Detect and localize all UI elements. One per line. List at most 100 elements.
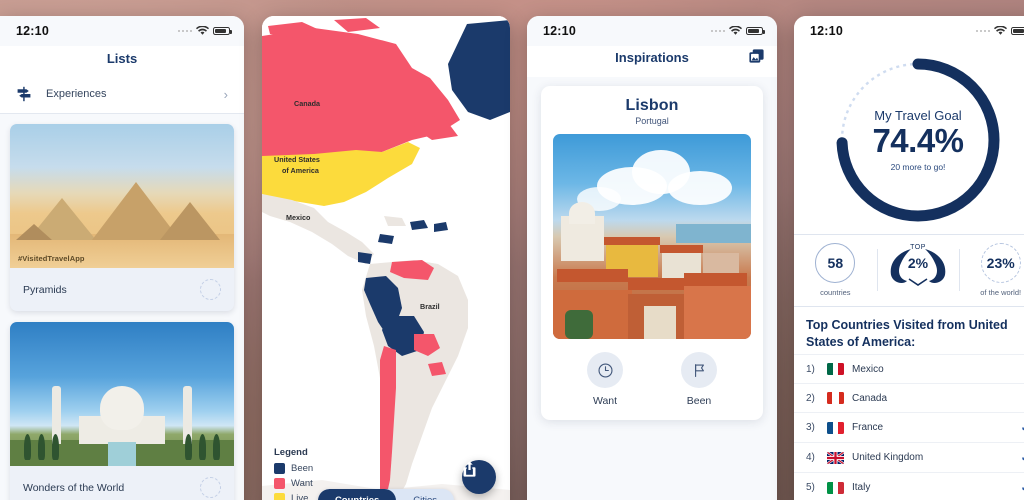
status-time: 12:10 [543,24,576,38]
inspirations-header: Inspirations [527,46,777,77]
flag-icon [694,363,704,377]
map-label-usa-1: United States [274,155,320,164]
inspiration-photo [553,134,751,339]
card-image-pyramids: #VisitedTravelApp [10,124,234,268]
legend-swatch-want [274,478,285,489]
card-label: Pyramids [23,283,67,296]
flag-canada-icon [827,392,844,404]
inspiration-country: Portugal [635,116,669,126]
stat-top-percent: TOP 2% [876,243,960,297]
map-label-brazil: Brazil [420,302,440,311]
stats-row: 58 countries TOP 2% 23% of the world! [794,234,1024,307]
status-bar: 12:10 [0,16,244,46]
legend-title: Legend [274,447,308,458]
legend-item-been: Been [274,463,313,474]
status-time: 12:10 [810,24,843,38]
phone-panel-inspirations: 12:10 Inspirations Lisbon Portugal Want … [527,16,777,500]
goal-subtitle: 20 more to go! [890,161,946,172]
list-card-wonders[interactable]: Wonders of the World [10,322,234,500]
battery-icon [1011,26,1024,36]
stat-countries-value: 58 [827,255,844,271]
travel-goal-widget: My Travel Goal 74.4% 20 more to go! [794,46,1024,234]
lists-header: Lists [0,46,244,76]
stat-world-value: 23% [986,255,1015,271]
legend-item-want: Want [274,478,313,489]
map-mode-segmented-control[interactable]: Countries Cities [317,489,455,500]
flag-united-kingdom-icon [827,451,844,464]
signal-icon [975,29,990,33]
flag-france-icon [827,421,844,434]
stat-countries: 58 countries [794,243,877,297]
action-want-label: Want [592,395,618,407]
legend-label-been: Been [291,463,314,474]
map-label-usa-2: of America [282,166,320,175]
chevron-right-icon: › [223,86,228,102]
top-countries-list: 1) Mexico 2) Canada 3) France 4) United … [794,354,1024,500]
country-rank: 5) [806,482,815,493]
phone-panel-stats: 12:10 My Travel Goal 74.4% 20 more to go… [794,16,1024,500]
progress-ring-placeholder [200,279,221,300]
inspiration-card-lisbon[interactable]: Lisbon Portugal Want Been [541,86,763,420]
status-bar: 12:10 [527,16,777,46]
stat-world-caption: of the world! [980,288,1022,297]
table-row[interactable]: 2) Canada [794,383,1024,412]
legend-swatch-live [274,493,285,500]
stat-top-value: 2% [907,255,929,271]
map-label-canada: Canada [294,99,321,108]
stat-top-label: TOP [910,244,926,251]
card-image-taj-mahal [10,322,234,466]
goal-percent: 74.4% [872,122,964,160]
legend-swatch-been [274,463,285,474]
battery-icon [746,26,765,36]
country-name: Canada [852,392,888,404]
signpost-icon [17,86,31,102]
world-map[interactable]: Canada United States of America Mexico B… [262,16,510,500]
clock-icon [597,362,613,378]
table-row[interactable]: 5) Italy ✓ [794,472,1024,500]
list-row-experiences[interactable]: Experiences › [0,76,244,114]
top-countries-title: Top Countries Visited from United States… [806,318,1008,349]
screenshot-stage: 12:10 Lists Experiences › #VisitedTravel… [0,0,1024,500]
action-want[interactable]: Want [587,352,623,407]
status-bar: 12:10 [794,16,1024,46]
lists-card-container[interactable]: #VisitedTravelApp Pyramids Wonders of th… [0,114,244,500]
battery-icon [213,26,232,36]
segment-countries[interactable]: Countries [317,489,397,500]
country-name: Italy [852,482,871,493]
legend-label-want: Want [291,478,313,489]
segment-cities[interactable]: Cities [396,489,454,500]
share-button[interactable] [462,460,496,494]
share-icon [463,461,476,477]
action-been[interactable]: Been [681,352,717,407]
progress-ring-placeholder [200,477,221,498]
list-row-label: Experiences [46,88,107,100]
card-label: Wonders of the World [23,481,125,494]
map-canvas[interactable]: Canada United States of America Mexico B… [262,16,510,500]
table-row[interactable]: 4) United Kingdom ✓ [794,442,1024,472]
action-been-label: Been [686,395,712,407]
page-title: Lists [106,51,138,66]
country-name: United Kingdom [852,452,924,463]
country-rank: 3) [806,422,815,433]
stat-world-percent: 23% of the world! [959,243,1024,297]
stat-countries-caption: countries [820,288,851,297]
country-rank: 4) [806,452,815,463]
legend-item-live: Live [274,493,313,500]
table-row[interactable]: 1) Mexico [794,354,1024,383]
gallery-icon[interactable] [748,48,765,70]
page-title: Inspirations [615,50,689,65]
flag-italy-icon [827,481,844,494]
country-name: France [852,422,884,433]
goal-label: My Travel Goal [874,108,962,124]
phone-panel-map: Canada United States of America Mexico B… [262,16,510,500]
list-card-pyramids[interactable]: #VisitedTravelApp Pyramids [10,124,234,311]
wifi-icon [729,26,742,35]
card-watermark: #VisitedTravelApp [18,254,85,263]
inspiration-actions: Want Been [553,352,751,407]
inspiration-city: Lisbon [625,97,679,114]
map-label-mexico: Mexico [286,213,311,222]
phone-panel-lists: 12:10 Lists Experiences › #VisitedTravel… [0,16,244,500]
wifi-icon [196,26,209,35]
map-legend: Legend Been Want Live [274,447,313,500]
table-row[interactable]: 3) France ✓ [794,412,1024,442]
